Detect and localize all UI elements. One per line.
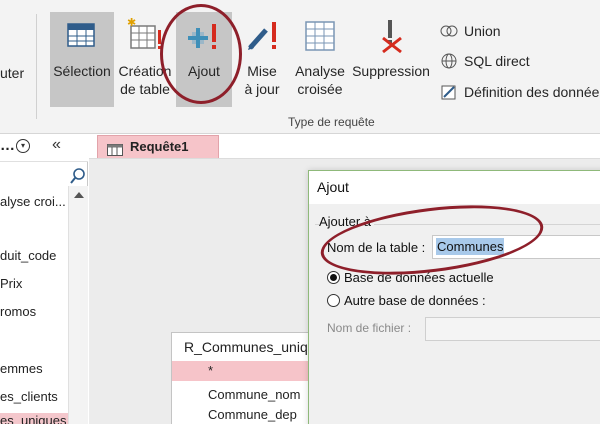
scroll-up-icon[interactable] xyxy=(74,192,84,198)
delete-button[interactable]: Suppression xyxy=(350,12,432,107)
ribbon-separator xyxy=(36,14,37,119)
selection-button[interactable]: Sélection xyxy=(50,12,114,107)
crosstab-icon xyxy=(300,16,340,56)
crosstab-label-1: Analyse xyxy=(295,63,345,79)
nav-item-selected[interactable]: es_uniques xyxy=(0,413,68,424)
update-button[interactable]: Mise à jour xyxy=(238,12,286,107)
ribbon: uter Sélection ✱ Création de table Ajout… xyxy=(0,0,600,134)
table-name-combobox[interactable]: Communes xyxy=(432,235,600,259)
append-dialog: Ajout Ajouter à Nom de la table : Commun… xyxy=(308,170,600,424)
file-name-field[interactable] xyxy=(425,317,600,341)
nav-item[interactable]: alyse croi... xyxy=(0,194,66,209)
make-table-icon: ✱ xyxy=(125,16,165,56)
nav-item[interactable]: Prix xyxy=(0,276,22,291)
table-field-list-title: R_Communes_uniqu xyxy=(184,339,316,355)
delete-label: Suppression xyxy=(352,63,430,79)
query-tab-icon xyxy=(107,141,123,156)
nav-scrollbar[interactable] xyxy=(68,186,88,424)
append-button[interactable]: Ajout xyxy=(176,12,232,107)
other-database-option[interactable]: Autre base de données : xyxy=(327,293,486,308)
search-icon[interactable] xyxy=(68,166,88,186)
crosstab-label-2: croisée xyxy=(297,81,343,97)
nav-item[interactable]: duit_code xyxy=(0,248,56,263)
delete-query-icon xyxy=(371,16,411,56)
svg-text:✱: ✱ xyxy=(127,16,136,29)
nav-title-truncated: … xyxy=(0,137,15,154)
union-button[interactable]: Union xyxy=(440,22,501,40)
data-definition-button[interactable]: Définition des donnée xyxy=(440,83,599,101)
other-database-label: Autre base de données : xyxy=(344,293,486,308)
nav-header: … ▾ « xyxy=(0,134,88,162)
tab-label: Requête1 xyxy=(130,139,189,154)
update-label-1: Mise xyxy=(247,63,277,79)
append-to-group-label: Ajouter à xyxy=(319,214,375,229)
field-item[interactable]: Commune_nom xyxy=(208,387,301,402)
crosstab-button[interactable]: Analyse croisée xyxy=(292,12,348,107)
selection-label: Sélection xyxy=(53,63,111,79)
access-window: uter Sélection ✱ Création de table Ajout… xyxy=(0,0,600,424)
radio-current-db[interactable] xyxy=(327,271,340,284)
dialog-body: Ajouter à Nom de la table : Communes Bas… xyxy=(309,204,600,424)
update-label-2: à jour xyxy=(244,81,280,97)
update-query-icon xyxy=(242,16,282,56)
field-item[interactable]: Commune_dep xyxy=(208,407,297,422)
make-table-label-2: de table xyxy=(120,81,170,97)
union-icon xyxy=(440,22,458,40)
nav-item[interactable]: es_clients xyxy=(0,389,58,404)
radio-other-db[interactable] xyxy=(327,294,340,307)
current-database-option[interactable]: Base de données actuelle xyxy=(327,270,494,285)
append-label: Ajout xyxy=(188,63,220,79)
document-tabs: Requête1 xyxy=(89,134,600,158)
file-name-label: Nom de fichier : xyxy=(327,321,412,335)
query-type-group-label: Type de requête xyxy=(288,115,375,129)
union-label: Union xyxy=(464,23,501,39)
sql-direct-button[interactable]: SQL direct xyxy=(440,52,530,70)
select-query-icon xyxy=(62,16,102,56)
nav-item[interactable]: romos xyxy=(0,304,36,319)
table-name-value: Communes xyxy=(436,238,505,255)
ribbon-cut-label: uter xyxy=(0,65,25,81)
append-query-icon xyxy=(184,16,224,56)
current-database-label: Base de données actuelle xyxy=(344,270,494,285)
data-definition-icon xyxy=(440,83,458,101)
data-definition-label: Définition des donnée xyxy=(464,84,600,100)
nav-collapse-icon[interactable]: « xyxy=(52,136,61,154)
globe-icon xyxy=(440,52,458,70)
make-table-button[interactable]: ✱ Création de table xyxy=(116,12,174,107)
tab-requete1[interactable]: Requête1 xyxy=(97,135,219,158)
dialog-title: Ajout xyxy=(309,171,600,204)
table-name-label: Nom de la table : xyxy=(327,240,426,255)
navigation-pane: … ▾ « alyse croi... duit_code Prix romos… xyxy=(0,134,88,424)
nav-item[interactable]: emmes xyxy=(0,361,43,376)
sql-direct-label: SQL direct xyxy=(464,53,530,69)
make-table-label-1: Création xyxy=(118,63,172,79)
nav-dropdown-icon[interactable]: ▾ xyxy=(16,139,30,153)
